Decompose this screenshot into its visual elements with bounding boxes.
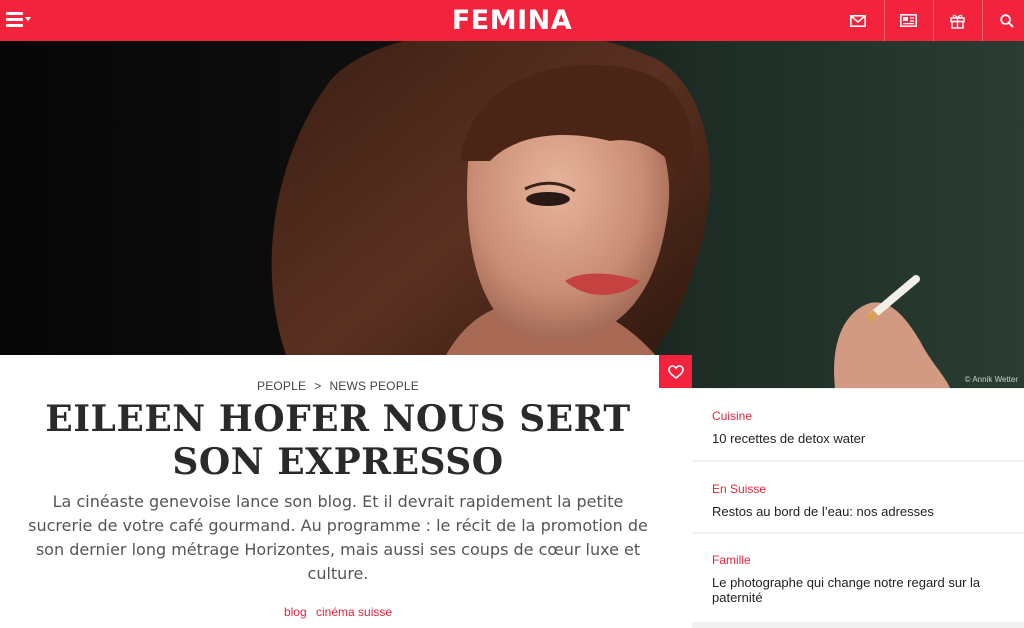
related-article-title[interactable]: Le photographe qui change notre regard s… [712, 575, 1012, 605]
related-article-category: Cuisine [712, 409, 753, 423]
hero-image: © Annik Wetter [0, 41, 1024, 388]
related-article-item[interactable]: Cuisine 10 recettes de detox water [692, 389, 1024, 460]
article-title: EILEEN HOFER NOUS SERT SON EXPRESSO [45, 398, 631, 483]
related-articles-sidebar: Cuisine 10 recettes de detox water En Su… [692, 388, 1024, 628]
tag-blog[interactable]: blog [284, 605, 307, 619]
top-navigation-bar: FEMINA [0, 0, 1024, 41]
breadcrumb-separator: > [314, 379, 322, 393]
tag-cinema-suisse[interactable]: cinéma suisse [316, 605, 392, 619]
article-tags: blog cinéma suisse [0, 605, 676, 619]
mail-icon[interactable] [834, 0, 882, 41]
article-lede: La cinéaste genevoise lance son blog. Et… [28, 492, 648, 583]
photo-credit: © Annik Wetter [964, 375, 1018, 384]
related-article-title[interactable]: Restos au bord de l’eau: nos adresses [712, 504, 1012, 519]
breadcrumb: PEOPLE > NEWS PEOPLE [0, 379, 676, 393]
related-article-title[interactable]: 10 recettes de detox water [712, 431, 1012, 446]
related-article-category: Famille [712, 553, 751, 567]
related-article-item[interactable]: En Suisse Restos au bord de l’eau: nos a… [692, 462, 1024, 532]
search-icon[interactable] [982, 0, 1024, 41]
breadcrumb-item-news-people[interactable]: NEWS PEOPLE [329, 379, 419, 393]
magazine-icon[interactable] [884, 0, 932, 41]
related-article-category: En Suisse [712, 482, 767, 496]
breadcrumb-item-people[interactable]: PEOPLE [257, 379, 306, 393]
related-article-item[interactable]: Famille Le photographe qui change notre … [692, 534, 1024, 622]
gift-icon[interactable] [933, 0, 981, 41]
